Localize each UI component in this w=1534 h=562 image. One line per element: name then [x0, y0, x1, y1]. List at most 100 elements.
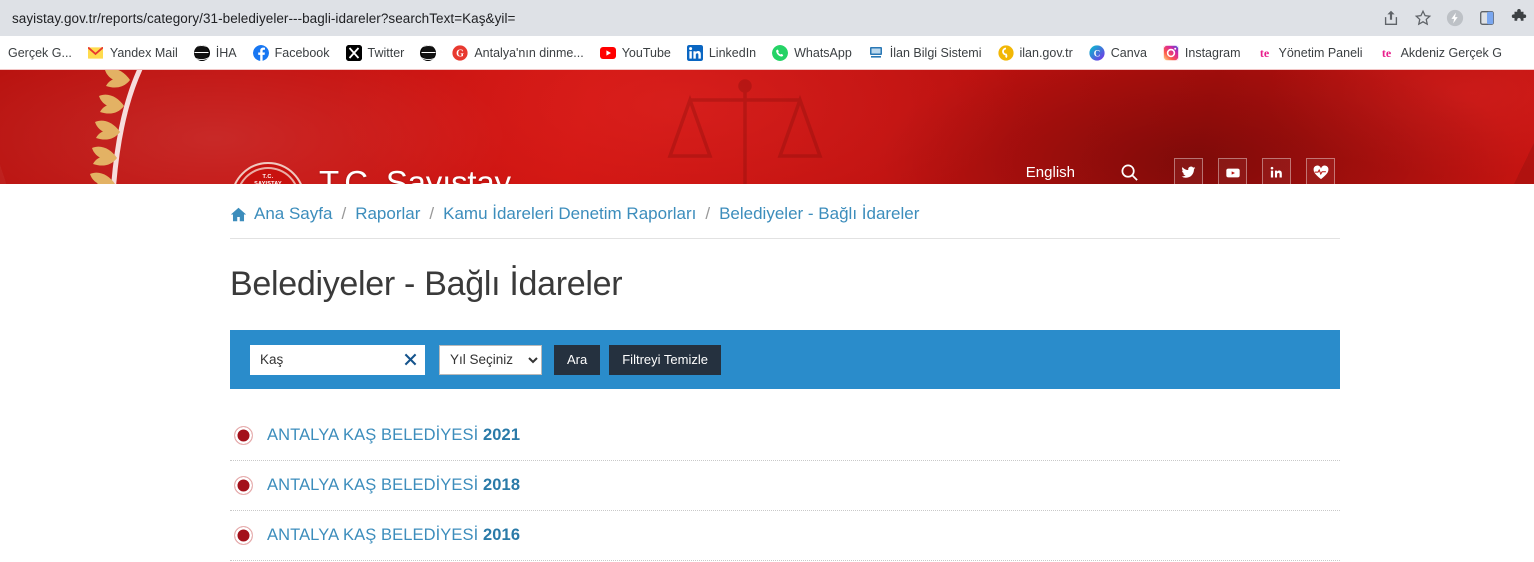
browser-url-bar[interactable]: sayistay.gov.tr/reports/category/31-bele… — [0, 0, 1534, 36]
url-text: sayistay.gov.tr/reports/category/31-bele… — [12, 10, 516, 26]
youtube-icon[interactable] — [1218, 158, 1247, 184]
bookmark-favicon-icon — [867, 44, 884, 61]
bookmark-item[interactable]: WhatsApp — [764, 42, 860, 64]
heartbeat-icon[interactable] — [1306, 158, 1335, 184]
share-icon[interactable] — [1382, 9, 1400, 27]
result-link[interactable]: ANTALYA KAŞ BELEDİYESİ 2018 — [267, 476, 520, 495]
bookmark-label: Akdeniz Gerçek G — [1400, 45, 1503, 60]
linkedin-icon[interactable] — [1262, 158, 1291, 184]
svg-text:C: C — [1094, 48, 1101, 58]
url-input-pill[interactable]: sayistay.gov.tr/reports/category/31-bele… — [0, 3, 1385, 33]
bookmark-item[interactable]: ilan.gov.tr — [990, 42, 1081, 64]
bookmark-item[interactable] — [412, 42, 444, 64]
bookmark-item[interactable]: Instagram — [1155, 42, 1249, 64]
clear-filter-button[interactable]: Filtreyi Temizle — [609, 344, 721, 375]
breadcrumb: Ana Sayfa / Raporlar / Kamu İdareleri De… — [230, 192, 1340, 239]
page-content: Ana Sayfa / Raporlar / Kamu İdareleri De… — [0, 184, 1534, 561]
bookmark-label: ilan.gov.tr — [1019, 45, 1073, 60]
breadcrumb-item-0[interactable]: Ana Sayfa — [254, 204, 332, 224]
bookmark-item[interactable]: te Akdeniz Gerçek G — [1371, 42, 1510, 64]
browser-toolbar-icons — [1382, 0, 1528, 36]
result-row[interactable]: ANTALYA KAŞ BELEDİYESİ 2021 — [230, 411, 1340, 461]
bookmark-item[interactable]: C Canva — [1081, 42, 1155, 64]
bookmark-item[interactable]: İHA — [186, 42, 245, 64]
result-institution-name: ANTALYA KAŞ BELEDİYESİ — [267, 426, 479, 444]
result-row[interactable]: ANTALYA KAŞ BELEDİYESİ 2016 — [230, 511, 1340, 561]
svg-text:G: G — [456, 48, 464, 59]
breadcrumb-item-3[interactable]: Belediyeler - Bağlı İdareler — [719, 204, 919, 224]
breadcrumb-separator: / — [705, 204, 711, 223]
bookmark-favicon-icon — [599, 45, 616, 61]
split-view-icon[interactable] — [1478, 9, 1496, 27]
bookmark-label: Facebook — [274, 45, 330, 60]
bookmark-favicon-icon — [420, 44, 437, 61]
result-year: 2018 — [482, 476, 521, 494]
bookmark-favicon-icon: C — [1089, 44, 1105, 61]
org-name-line1: T.C. Sayıştay — [319, 164, 511, 184]
bookmark-item[interactable]: G Antalya'nın dinme... — [444, 42, 591, 64]
performance-bolt-icon[interactable] — [1446, 9, 1464, 27]
search-input[interactable] — [250, 344, 425, 375]
bookmark-favicon-icon: te — [1378, 44, 1395, 61]
bookmark-item[interactable]: YouTube — [592, 42, 679, 64]
year-select[interactable]: Yıl Seçiniz — [439, 344, 542, 375]
bookmark-item[interactable]: LinkedIn — [679, 42, 764, 64]
bookmark-star-icon[interactable] — [1414, 9, 1432, 27]
breadcrumb-item-1[interactable]: Raporlar — [355, 204, 420, 224]
bookmark-label: Antalya'nın dinme... — [474, 45, 584, 60]
result-bullet-icon — [234, 476, 253, 495]
language-switch-link[interactable]: English — [1026, 164, 1075, 181]
search-icon[interactable] — [1115, 159, 1143, 185]
bookmark-label: LinkedIn — [708, 45, 757, 60]
breadcrumb-separator: / — [429, 204, 435, 223]
result-link[interactable]: ANTALYA KAŞ BELEDİYESİ 2016 — [267, 526, 520, 545]
result-year: 2016 — [482, 526, 521, 544]
clear-x-icon[interactable] — [401, 350, 419, 370]
scales-of-justice-watermark-icon — [667, 79, 823, 184]
site-header: T.C. SAYIŞTAY 1862 T.C. Sayıştay Başkanl… — [0, 70, 1534, 184]
result-row[interactable]: ANTALYA KAŞ BELEDİYESİ 2018 — [230, 461, 1340, 511]
bookmark-item[interactable]: Twitter — [338, 42, 413, 64]
results-list: ANTALYA KAŞ BELEDİYESİ 2021 ANTALYA KAŞ B… — [230, 411, 1340, 561]
filter-bar: Yıl Seçiniz Ara Filtreyi Temizle — [230, 330, 1340, 389]
page-title: Belediyeler - Bağlı İdareler — [230, 265, 623, 303]
result-year: 2021 — [482, 426, 521, 444]
result-institution-name: ANTALYA KAŞ BELEDİYESİ — [267, 476, 479, 494]
bookmark-label: İlan Bilgi Sistemi — [889, 45, 982, 60]
bookmark-label: İHA — [215, 45, 237, 60]
bookmark-label: YouTube — [621, 45, 671, 60]
site-logo[interactable]: T.C. SAYIŞTAY 1862 T.C. Sayıştay Başkanl… — [231, 162, 511, 184]
bookmark-label: Gerçek G... — [8, 45, 72, 60]
extensions-puzzle-icon[interactable] — [1510, 9, 1528, 27]
bookmark-item[interactable]: Yandex Mail — [80, 42, 186, 64]
laurel-decoration-icon — [90, 70, 143, 184]
result-bullet-icon — [234, 426, 253, 445]
bookmark-label: Twitter — [367, 45, 405, 60]
bookmark-item[interactable]: Gerçek G... — [0, 43, 80, 63]
search-field-wrapper — [250, 344, 425, 375]
bookmark-favicon-icon — [772, 44, 789, 61]
bookmark-item[interactable]: te Yönetim Paneli — [1249, 42, 1371, 64]
bookmark-favicon-icon — [193, 44, 210, 61]
result-link[interactable]: ANTALYA KAŞ BELEDİYESİ 2021 — [267, 426, 520, 445]
bookmark-favicon-icon — [252, 44, 269, 61]
result-institution-name: ANTALYA KAŞ BELEDİYESİ — [267, 526, 479, 544]
home-icon[interactable] — [230, 206, 247, 223]
bookmark-favicon-icon — [997, 44, 1014, 61]
bookmark-label: Instagram — [1184, 45, 1241, 60]
bookmark-item[interactable]: İlan Bilgi Sistemi — [860, 42, 990, 64]
header-utilities: English — [1026, 158, 1335, 184]
org-wordmark: T.C. Sayıştay Başkanlığı — [319, 164, 511, 184]
bookmark-favicon-icon — [1162, 44, 1179, 61]
bookmark-label: Canva — [1110, 45, 1147, 60]
bookmark-favicon-icon — [87, 44, 104, 61]
breadcrumb-item-2[interactable]: Kamu İdareleri Denetim Raporları — [443, 204, 696, 224]
bookmark-label: Yandex Mail — [109, 45, 178, 60]
seal-name-text: SAYIŞTAY — [254, 180, 282, 184]
search-button[interactable]: Ara — [554, 344, 601, 375]
bookmark-item[interactable]: Facebook — [245, 42, 338, 64]
twitter-icon[interactable] — [1174, 158, 1203, 184]
bookmark-favicon-icon — [686, 44, 703, 61]
browser-chrome: sayistay.gov.tr/reports/category/31-bele… — [0, 0, 1534, 70]
bookmark-label: Yönetim Paneli — [1278, 45, 1363, 60]
